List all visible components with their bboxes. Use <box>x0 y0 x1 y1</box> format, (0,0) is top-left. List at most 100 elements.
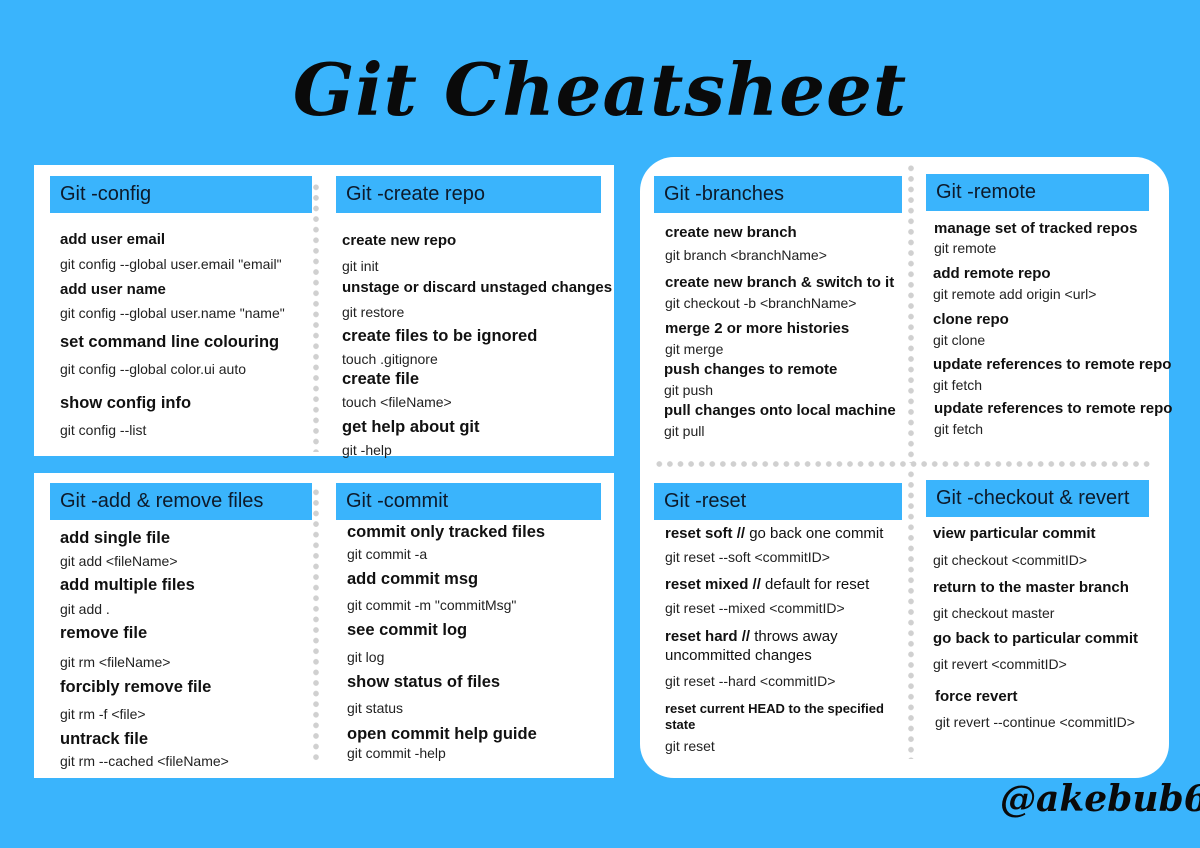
item-label: reset soft // go back one commit <box>665 525 883 542</box>
panel-add-commit: Git -add & remove files add single file … <box>34 473 614 778</box>
section-header: Git -commit <box>336 483 601 520</box>
item-label: go back to particular commit <box>933 630 1139 647</box>
item-label-text: reset soft // <box>665 525 746 542</box>
section-header: Git -create repo <box>336 176 601 213</box>
item-command: touch <fileName> <box>342 394 452 410</box>
item-label: unstage or discard unstaged changes <box>342 279 613 296</box>
item-label-continued: uncommitted changes <box>665 647 812 664</box>
item-note: throws away <box>750 628 838 645</box>
item-command: touch .gitignore <box>342 351 438 367</box>
item-label: add multiple files <box>60 576 195 594</box>
item-command: git add . <box>60 601 110 617</box>
item-label: clone repo <box>933 311 1009 328</box>
section-header: Git -branches <box>654 176 902 213</box>
item-command: git init <box>342 258 379 274</box>
item-command: git config --global user.email "email" <box>60 256 282 272</box>
item-label: show config info <box>60 394 192 412</box>
item-label: update references to remote repo <box>933 356 1172 373</box>
item-label-text: reset hard // <box>665 628 751 645</box>
item-label: show status of files <box>347 673 501 691</box>
item-label: create new branch <box>665 224 797 241</box>
section-header: Git -checkout & revert <box>926 480 1149 517</box>
item-command: git remote add origin <url> <box>933 286 1097 302</box>
item-command: git fetch <box>933 377 983 393</box>
item-command: git reset --hard <commitID> <box>665 673 836 689</box>
item-command: git push <box>664 382 714 398</box>
dotted-divider <box>313 487 319 763</box>
item-label: create file <box>342 370 420 388</box>
item-command: git reset --mixed <commitID> <box>665 600 845 616</box>
item-command: git pull <box>664 423 705 439</box>
item-command: git checkout -b <branchName> <box>665 295 857 311</box>
item-label: create new repo <box>342 232 457 249</box>
item-command: git clone <box>933 332 986 348</box>
item-label: forcibly remove file <box>60 678 212 696</box>
item-label: reset hard // throws away <box>665 628 838 645</box>
item-label: pull changes onto local machine <box>664 402 896 419</box>
dotted-divider <box>908 469 914 759</box>
page-title: Git Cheatsheet <box>292 47 908 132</box>
item-label: update references to remote repo <box>934 400 1173 417</box>
panel-branches-remote-reset-checkout: Git -branches create new branch git bran… <box>640 157 1173 778</box>
item-label-text: reset mixed // <box>665 576 761 593</box>
item-label: create new branch & switch to it <box>665 274 895 291</box>
item-label: add single file <box>60 529 171 547</box>
item-command: git -help <box>342 442 392 458</box>
item-command: git checkout <commitID> <box>933 552 1088 568</box>
item-label: add commit msg <box>347 570 479 588</box>
item-note: uncommitted changes <box>665 647 812 664</box>
author-signature: @akebub6 <box>1000 778 1200 820</box>
item-command: git log <box>347 649 385 665</box>
item-label: remove file <box>60 624 148 642</box>
section-header: Git -add & remove files <box>50 483 312 520</box>
item-command: git commit -a <box>347 546 428 562</box>
item-label: reset current HEAD to the specified <box>665 701 884 716</box>
item-note: go back one commit <box>745 525 884 542</box>
item-label: open commit help guide <box>347 725 537 743</box>
section-header: Git -reset <box>654 483 902 520</box>
item-note: default for reset <box>760 576 870 593</box>
item-command: git revert --continue <commitID> <box>935 714 1135 730</box>
item-label: set command line colouring <box>60 333 280 351</box>
item-label: reset mixed // default for reset <box>665 576 869 593</box>
item-label-continued: state <box>665 717 696 732</box>
item-label: manage set of tracked repos <box>934 220 1138 237</box>
item-label: get help about git <box>342 418 480 436</box>
item-command: git fetch <box>934 421 984 437</box>
section-header: Git -remote <box>926 174 1149 211</box>
item-command: git reset --soft <commitID> <box>665 549 830 565</box>
item-label: force revert <box>935 688 1018 705</box>
item-command: git reset <box>665 738 715 754</box>
item-label: untrack file <box>60 730 149 748</box>
panel-config-create: Git -config add user email git config --… <box>34 165 614 458</box>
item-label: merge 2 or more histories <box>665 320 850 337</box>
dotted-divider <box>313 182 319 452</box>
item-command: git add <fileName> <box>60 553 178 569</box>
item-command: git restore <box>342 304 405 320</box>
item-command: git revert <commitID> <box>933 656 1067 672</box>
section-header: Git -config <box>50 176 312 213</box>
item-label: add remote repo <box>933 265 1051 282</box>
dotted-divider <box>908 163 914 463</box>
item-command: git commit -m "commitMsg" <box>347 597 517 613</box>
item-command: git commit -help <box>347 745 446 761</box>
item-label: view particular commit <box>933 525 1096 542</box>
item-command: git config --global color.ui auto <box>60 361 246 377</box>
item-command: git rm -f <file> <box>60 706 146 722</box>
dotted-divider <box>654 461 1154 467</box>
item-command: git merge <box>665 341 724 357</box>
item-command: git rm --cached <fileName> <box>60 753 229 769</box>
item-command: git config --list <box>60 422 147 438</box>
item-label: push changes to remote <box>664 361 838 378</box>
item-label: add user email <box>60 231 166 248</box>
item-command: git status <box>347 700 404 716</box>
item-label: add user name <box>60 281 166 298</box>
item-command: git config --global user.name "name" <box>60 305 285 321</box>
item-label: return to the master branch <box>933 579 1129 596</box>
item-command: git branch <branchName> <box>665 247 827 263</box>
item-label: see commit log <box>347 621 468 639</box>
item-label: commit only tracked files <box>347 523 546 541</box>
item-label: create files to be ignored <box>342 327 538 345</box>
item-command: git rm <fileName> <box>60 654 171 670</box>
item-command: git checkout master <box>933 605 1055 621</box>
